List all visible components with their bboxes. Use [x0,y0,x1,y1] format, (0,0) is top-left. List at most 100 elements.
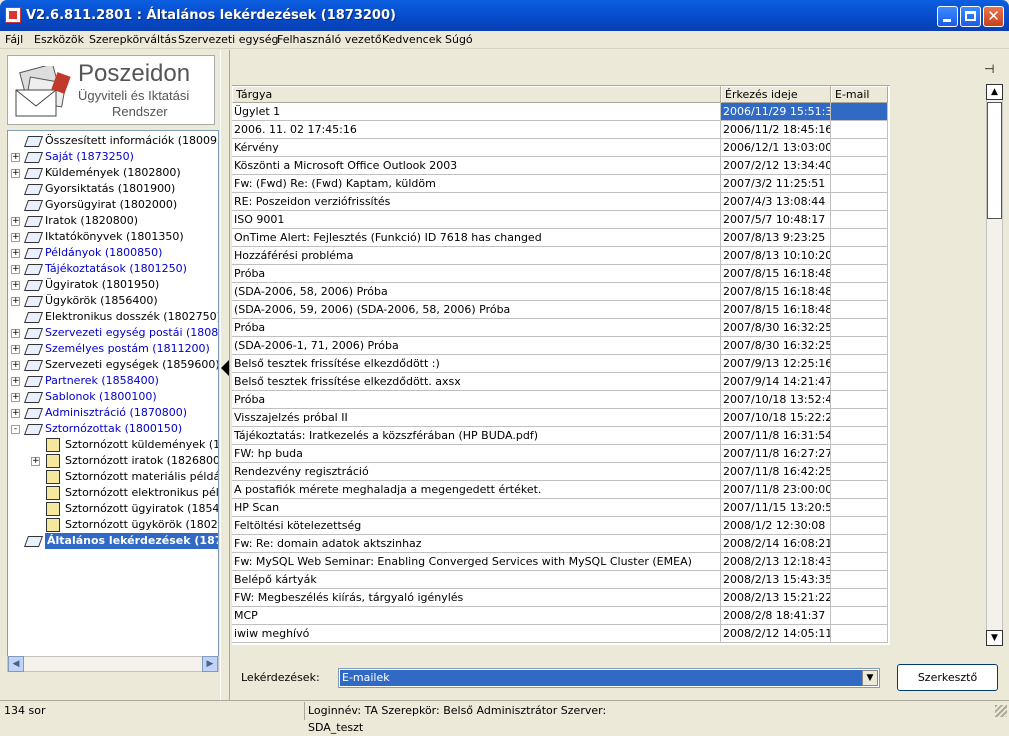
expand-icon[interactable]: + [11,297,20,306]
table-row[interactable]: Ügylet 1 2006/11/29 15:51:38 [232,103,890,121]
tree-item[interactable]: + Saját (1873250) [8,149,218,165]
expand-icon[interactable]: + [11,217,20,226]
table-row[interactable]: Fw: (Fwd) Re: (Fwd) Kaptam, küldöm 2007/3… [232,175,890,193]
tree-item[interactable]: Gyorsügyirat (1802000) [8,197,218,213]
tree-item[interactable]: + Személyes postám (1811200) [8,341,218,357]
menu-file[interactable]: Fájl [5,33,23,46]
scroll-thumb[interactable] [987,102,1002,219]
menu-org-unit[interactable]: Szervezeti egység [178,33,278,46]
scroll-up-button[interactable]: ▲ [986,84,1003,100]
tree-item[interactable]: Sztornózott elektronikus példány [8,485,218,501]
tree-item[interactable]: + Iratok (1820800) [8,213,218,229]
tree-item[interactable]: - Sztornózottak (1800150) [8,421,218,437]
tree-item[interactable]: Sztornózott küldemények (18025 [8,437,218,453]
expand-icon[interactable]: + [11,345,20,354]
table-row[interactable]: MCP 2008/2/8 18:41:37 [232,607,890,625]
table-row[interactable]: (SDA-2006-1, 71, 2006) Próba 2007/8/30 16… [232,337,890,355]
table-row[interactable]: OnTime Alert: Fejlesztés (Funkció) ID 76… [232,229,890,247]
tree-item[interactable]: Gyorsiktatás (1801900) [8,181,218,197]
tree-item[interactable]: Összesített információk (1800950) [8,133,218,149]
tree-item[interactable]: Sztornózott ügyiratok (1854400) [8,501,218,517]
menu-tools[interactable]: Eszközök [34,33,84,46]
expand-icon[interactable]: + [11,265,20,274]
table-row[interactable]: Próba 2007/10/18 13:52:42 [232,391,890,409]
title-bar[interactable]: V2.6.811.2801 : Általános lekérdezések (… [0,0,1009,31]
tree-item[interactable]: + Iktatókönyvek (1801350) [8,229,218,245]
table-row[interactable]: Belső tesztek frissítése elkezdődött. ax… [232,373,890,391]
table-row[interactable]: A postafiók mérete meghaladja a megenged… [232,481,890,499]
tree-item[interactable]: + Adminisztráció (1870800) [8,405,218,421]
menu-help[interactable]: Súgó [445,33,473,46]
table-row[interactable]: Feltöltési kötelezettség 2008/1/2 12:30:0… [232,517,890,535]
column-header-email[interactable]: E-mail cím [831,86,888,115]
scroll-right-button[interactable]: ▶ [202,656,218,672]
table-row[interactable]: Visszajelzés próbal II 2007/10/18 15:22:2… [232,409,890,427]
scroll-down-button[interactable]: ▼ [986,630,1003,646]
column-header-arrival[interactable]: Érkezés ideje [721,86,831,103]
expand-icon[interactable]: + [11,169,20,178]
table-row[interactable]: Kérvény 2006/12/1 13:03:00 [232,139,890,157]
tree-item[interactable]: + Sztornózott iratok (1826800) [8,453,218,469]
tree-horizontal-scrollbar[interactable]: ◀ ▶ [7,656,219,672]
tree-item[interactable]: + Partnerek (1858400) [8,373,218,389]
resize-grip-icon[interactable] [995,705,1007,717]
tree-item[interactable]: Általános lekérdezések (18732 [8,533,218,549]
expand-icon[interactable]: + [11,249,20,258]
table-row[interactable]: Fw: MySQL Web Seminar: Enabling Converge… [232,553,890,571]
grid-vertical-scrollbar[interactable]: ▲ ▼ [986,84,1003,646]
pin-icon[interactable]: ⊣ [984,62,994,76]
expand-icon[interactable]: + [11,361,20,370]
table-row[interactable]: Belső tesztek frissítése elkezdődött :) 2… [232,355,890,373]
table-row[interactable]: Rendezvény regisztráció 2007/11/8 16:42:2… [232,463,890,481]
table-row[interactable]: Próba 2007/8/30 16:32:25 [232,319,890,337]
scroll-left-button[interactable]: ◀ [8,656,24,672]
collapse-left-arrow-icon[interactable] [221,360,229,376]
table-row[interactable]: FW: hp buda 2007/11/8 16:27:27 [232,445,890,463]
query-select[interactable]: E-mailek ▼ [338,668,880,688]
table-row[interactable]: Köszönti a Microsoft Office Outlook 2003… [232,157,890,175]
tree-item[interactable]: + Ügyiratok (1801950) [8,277,218,293]
chevron-down-icon[interactable]: ▼ [862,670,878,686]
menu-role-switch[interactable]: Szerepkörváltás [89,33,177,46]
tree-item[interactable]: Sztornózott ügykörök (1802650) [8,517,218,533]
editor-button[interactable]: Szerkesztő [897,664,998,691]
tree-item[interactable]: + Szervezeti egységek (1859600) [8,357,218,373]
menu-favorites[interactable]: Kedvencek [382,33,442,46]
table-row[interactable]: (SDA-2006, 58, 2006) Próba 2007/8/15 16:1… [232,283,890,301]
expand-icon[interactable]: + [11,377,20,386]
expand-icon[interactable]: + [31,457,40,466]
table-row[interactable]: 2006. 11. 02 17:45:16 2006/11/2 18:45:16 [232,121,890,139]
expand-icon[interactable]: + [11,281,20,290]
column-header-subject[interactable]: Tárgya [232,86,721,103]
minimize-button[interactable] [937,6,958,27]
app-icon[interactable] [5,7,21,23]
table-row[interactable]: Tájékoztatás: Iratkezelés a közszférában… [232,427,890,445]
table-row[interactable]: Fw: Re: domain adatok aktszinhaz 2008/2/1… [232,535,890,553]
tree-item[interactable]: Elektronikus dosszék (1802750) [8,309,218,325]
navigation-tree[interactable]: Összesített információk (1800950) + Saját … [7,130,219,669]
menu-user-leader[interactable]: Felhasználó vezető [277,33,382,46]
tree-item[interactable]: + Tájékoztatások (1801250) [8,261,218,277]
expand-icon[interactable]: + [11,329,20,338]
tree-item[interactable]: + Ügykörök (1856400) [8,293,218,309]
tree-item[interactable]: + Példányok (1800850) [8,245,218,261]
table-row[interactable]: Hozzáférési probléma 2007/8/13 10:10:20 [232,247,890,265]
close-button[interactable]: ✕ [983,6,1004,27]
table-row[interactable]: Próba 2007/8/15 16:18:48 [232,265,890,283]
table-row[interactable]: FW: Megbeszélés kiírás, tárgyaló igénylé… [232,589,890,607]
tree-item[interactable]: Sztornózott materiális példányok [8,469,218,485]
query-selected-value[interactable]: E-mailek [340,670,862,686]
table-row[interactable]: HP Scan 2007/11/15 13:20:55 [232,499,890,517]
expand-icon[interactable]: + [11,393,20,402]
expand-icon[interactable]: + [11,153,20,162]
expand-icon[interactable]: + [11,233,20,242]
table-row[interactable]: iwiw meghívó 2008/2/12 14:05:11 [232,625,890,643]
tree-item[interactable]: + Sablonok (1800100) [8,389,218,405]
table-row[interactable]: (SDA-2006, 59, 2006) (SDA-2006, 58, 2006… [232,301,890,319]
results-grid[interactable]: Tárgya Érkezés ideje E-mail cím Ügylet 1… [232,85,890,645]
table-row[interactable]: ISO 9001 2007/5/7 10:48:17 [232,211,890,229]
table-row[interactable]: Belépő kártyák 2008/2/13 15:43:35 [232,571,890,589]
maximize-button[interactable] [960,6,981,27]
collapse-icon[interactable]: - [11,425,20,434]
expand-icon[interactable]: + [11,409,20,418]
